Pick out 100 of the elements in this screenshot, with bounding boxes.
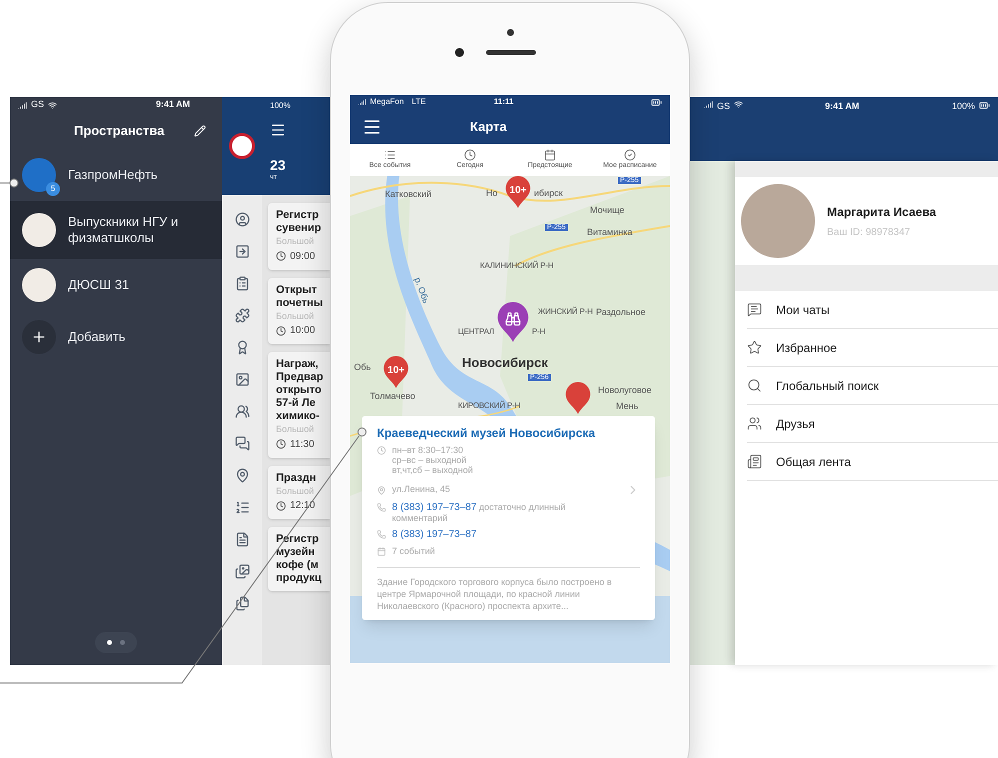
tab-icon xyxy=(464,148,476,161)
menu-item[interactable]: Общая лента xyxy=(747,443,998,481)
map-label: ЦЕНТРАЛ xyxy=(458,328,494,336)
screen-title: Карта xyxy=(470,118,507,136)
space-avatar xyxy=(22,213,56,247)
user-id: Ваш ID: 98978347 xyxy=(827,226,912,240)
phone-icon xyxy=(377,503,386,512)
pin-icon xyxy=(377,486,386,494)
sidebar-icon[interactable] xyxy=(234,436,250,451)
cluster-pin[interactable]: 10+ xyxy=(382,356,410,388)
space-item[interactable]: Выпускники НГУ и физматшколы xyxy=(10,201,222,259)
map-label: Но xyxy=(486,189,498,198)
calendar-icon xyxy=(377,547,386,556)
event-card[interactable]: Награж, Предвар открыто 57-й Ле химико- Большой 11:30 xyxy=(268,352,330,458)
tab-icon xyxy=(624,148,636,161)
map-label: р. Обь xyxy=(412,276,430,305)
sidebar-icon[interactable] xyxy=(234,244,250,259)
space-item[interactable]: 5 ГазпромНефть xyxy=(10,149,222,201)
event-card[interactable]: Регистр сувенир Большой 09:00 xyxy=(268,203,330,270)
event-title: музейн xyxy=(276,546,316,559)
event-title: Награж, xyxy=(276,358,320,371)
map-label: Новолуговое xyxy=(598,386,652,395)
event-title: продукц xyxy=(276,572,322,585)
sidebar-icon[interactable] xyxy=(234,564,250,579)
event-title: Регистр xyxy=(276,209,320,222)
place-title: Краеведческий музей Новосибирска xyxy=(377,426,596,441)
sidebar-icon[interactable] xyxy=(234,468,250,483)
event-title: Открыт xyxy=(276,284,318,296)
event-time: 10:00 xyxy=(290,324,316,338)
event-title: открыто xyxy=(276,384,322,397)
map-label: Толмачево xyxy=(370,392,416,401)
sidebar-icon[interactable] xyxy=(234,372,250,387)
tab-icon xyxy=(544,148,556,161)
event-place: Большой xyxy=(276,484,315,498)
sidebar-icon[interactable] xyxy=(234,500,250,515)
binoculars-icon xyxy=(505,311,521,327)
battery-icon xyxy=(979,100,990,111)
phone-link[interactable]: 8 (383) 197–73–87 xyxy=(392,502,477,513)
map-label: Катковский xyxy=(385,190,432,199)
clock-icon xyxy=(276,326,286,336)
clock-icon xyxy=(276,251,286,261)
menu-item[interactable]: Друзья xyxy=(747,405,998,443)
carrier-label: GS xyxy=(31,98,44,112)
event-place: Большой xyxy=(276,235,315,248)
clock-icon xyxy=(276,439,286,449)
map-label: Витаминка xyxy=(587,228,632,237)
phone-icon xyxy=(377,530,386,539)
wifi-icon xyxy=(48,100,58,110)
plus-icon xyxy=(31,329,47,345)
hours-line: ср–вс – выходной xyxy=(392,455,468,465)
space-item[interactable]: ДЮСШ 31 xyxy=(10,259,222,311)
phone-link[interactable]: 8 (383) 197–73–87 xyxy=(392,529,477,540)
menu-icon xyxy=(747,340,762,355)
menu-icon[interactable] xyxy=(270,122,286,138)
screen-title: Пространства xyxy=(74,122,164,140)
carrier-label: GS xyxy=(717,100,730,113)
map-label: КАЛИНИНСКИЙ Р-Н xyxy=(480,262,554,270)
cluster-pin[interactable]: 10+ xyxy=(504,176,532,208)
sidebar-icon[interactable] xyxy=(234,308,250,323)
app-logo xyxy=(229,133,255,159)
event-card[interactable]: Открыт почетны Большой 10:00 xyxy=(268,278,330,344)
events-count: 7 событий xyxy=(392,545,435,558)
status-time: 9:41 AM xyxy=(825,100,860,113)
space-name: ДЮСШ 31 xyxy=(68,277,130,293)
leader-line xyxy=(0,178,18,188)
edit-icon[interactable] xyxy=(194,125,206,137)
event-title: почетны xyxy=(276,296,324,310)
cluster-pin[interactable] xyxy=(564,382,592,414)
menu-icon xyxy=(747,378,762,393)
space-name: ГазпромНефть xyxy=(68,167,158,183)
clock-icon xyxy=(276,500,286,510)
sidebar-icon[interactable] xyxy=(234,596,250,611)
menu-item[interactable]: Мои чаты xyxy=(747,291,998,329)
battery-label: 100% xyxy=(270,100,292,112)
add-space-item[interactable]: Добавить xyxy=(10,311,222,363)
map-label: Мень xyxy=(616,402,638,411)
sidebar-icon[interactable] xyxy=(234,276,250,291)
phone-entry: 8 (383) 197–73–87 достаточно длинный комментарий xyxy=(392,502,567,524)
place-pin[interactable] xyxy=(496,302,530,342)
event-time: 11:30 xyxy=(290,438,314,452)
map-label: Р-Н xyxy=(532,328,546,336)
hours-line: вт,чт,сб – выходной xyxy=(392,465,473,475)
count-badge: 5 xyxy=(46,182,60,196)
event-title: кофе (м xyxy=(276,559,320,572)
sidebar-icon[interactable] xyxy=(234,532,250,547)
map-label: Новосибирск xyxy=(462,356,548,369)
map-label: ЖИНСКИЙ Р-Н xyxy=(538,308,593,316)
event-place: Большой xyxy=(276,310,315,322)
map-label: Обь xyxy=(354,363,371,372)
sidebar-icon[interactable] xyxy=(234,404,250,419)
signal-icon xyxy=(358,98,366,106)
space-avatar xyxy=(22,268,56,302)
menu-item[interactable]: Избранное xyxy=(747,329,998,367)
sidebar-icon[interactable] xyxy=(234,212,250,227)
event-title: 57-й Ле xyxy=(276,397,317,410)
map-label: Раздольное xyxy=(596,308,646,317)
menu-item[interactable]: Глобальный поиск xyxy=(747,367,998,405)
event-title: Праздн xyxy=(276,472,317,484)
clock-icon xyxy=(377,446,386,455)
profile-name: Маргарита Исаева xyxy=(827,204,936,220)
